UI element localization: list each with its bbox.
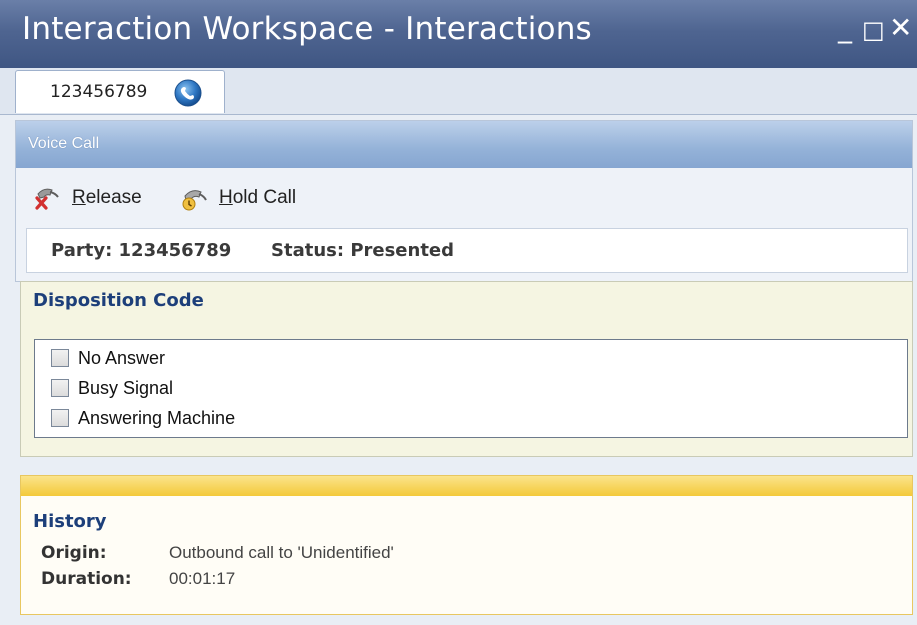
tab-interaction-123456789[interactable]: 123456789	[15, 70, 225, 113]
disposition-code-heading: Disposition Code	[33, 290, 204, 311]
tab-label: 123456789	[50, 82, 148, 102]
history-panel: History Origin: Outbound call to 'Uniden…	[20, 475, 913, 615]
status-text: Status: Presented	[271, 240, 455, 261]
voice-call-panel: Voice Call Release Hold Call Party: 1234…	[15, 120, 913, 282]
history-header-bar	[21, 476, 912, 496]
party-text: Party: 123456789	[51, 240, 232, 261]
origin-value: Outbound call to 'Unidentified'	[169, 543, 394, 562]
disposition-code-panel: Disposition Code No Answer Busy Signal A…	[20, 281, 913, 457]
maximize-icon[interactable]: □	[862, 16, 885, 44]
voice-call-title: Voice Call	[28, 135, 100, 152]
no-answer-label: No Answer	[78, 347, 166, 368]
busy-signal-label: Busy Signal	[78, 377, 174, 398]
answering-machine-label: Answering Machine	[78, 407, 236, 428]
disposition-code-list: No Answer Busy Signal Answering Machine	[34, 339, 908, 438]
answering-machine-checkbox[interactable]	[51, 409, 69, 427]
close-icon[interactable]: ✕	[889, 14, 912, 42]
tab-strip: 123456789	[0, 68, 917, 115]
duration-value: 00:01:17	[169, 569, 236, 588]
interaction-workspace-window: Interaction Workspace - Interactions _ □…	[0, 0, 917, 625]
duration-key: Duration:	[41, 569, 132, 589]
disposition-option-no-answer[interactable]: No Answer	[51, 346, 165, 370]
release-button[interactable]: Release	[34, 183, 142, 213]
no-answer-checkbox[interactable]	[51, 349, 69, 367]
disposition-option-answering-machine[interactable]: Answering Machine	[51, 406, 235, 430]
call-status-bar: Party: 123456789 Status: Presented	[26, 228, 908, 273]
title-bar[interactable]: Interaction Workspace - Interactions _ □…	[0, 0, 917, 68]
hold-call-button[interactable]: Hold Call	[179, 183, 296, 213]
window-title: Interaction Workspace - Interactions	[22, 11, 592, 47]
busy-signal-checkbox[interactable]	[51, 379, 69, 397]
minimize-icon[interactable]: _	[838, 14, 852, 42]
hold-call-label: Hold Call	[219, 187, 297, 208]
phone-call-icon	[174, 79, 202, 107]
release-label: Release	[72, 187, 142, 208]
hold-call-icon	[182, 190, 207, 211]
release-call-icon	[35, 188, 59, 210]
history-heading: History	[33, 511, 107, 532]
disposition-option-busy-signal[interactable]: Busy Signal	[51, 376, 173, 400]
voice-call-header: Voice Call	[16, 121, 912, 168]
origin-key: Origin:	[41, 543, 107, 563]
